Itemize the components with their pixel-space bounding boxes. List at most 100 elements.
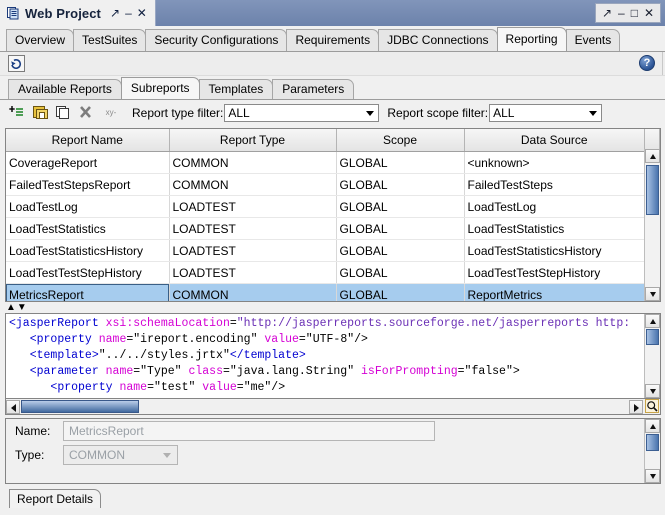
scroll-down-icon[interactable] — [645, 384, 660, 398]
type-select-value: COMMON — [69, 448, 125, 462]
xml-scroll-thumb[interactable] — [646, 329, 659, 345]
report-name-cell: LoadTestLog — [6, 196, 169, 218]
window-minimize-icon[interactable]: – — [618, 6, 625, 20]
tab-events[interactable]: Events — [566, 29, 621, 51]
toolbar-divider — [662, 52, 663, 75]
report-details-panel: Name: MetricsReport Type: COMMON — [5, 418, 661, 484]
window-title-tab[interactable]: Web Project ↗ – ✕ — [0, 0, 156, 26]
report-type-cell: LOADTEST — [169, 240, 336, 262]
tab-jdbc-connections[interactable]: JDBC Connections — [378, 29, 497, 51]
xml-line: <jasperReport xsi:schemaLocation="http:/… — [9, 316, 660, 332]
name-input[interactable]: MetricsReport — [63, 421, 435, 441]
scroll-up-icon[interactable] — [645, 314, 660, 328]
splitter-down-icon[interactable]: ▼ — [17, 303, 28, 312]
details-scroll-track[interactable] — [645, 433, 660, 469]
window-title: Web Project — [25, 6, 101, 21]
bottom-tab-report-details[interactable]: Report Details — [9, 489, 101, 508]
scroll-down-icon[interactable] — [645, 287, 660, 301]
duplicate-report-button[interactable] — [32, 104, 52, 122]
column-header-scope[interactable]: Scope — [336, 129, 464, 152]
table-row[interactable]: LoadTestStatisticsHistoryLOADTESTGLOBALL… — [6, 240, 660, 262]
subtab-parameters[interactable]: Parameters — [272, 79, 354, 99]
report-scope-filter-label: Report scope filter: — [387, 106, 488, 120]
scroll-left-icon[interactable] — [6, 400, 20, 414]
window-maximize-icon[interactable]: □ — [631, 6, 638, 20]
delete-report-button[interactable] — [78, 104, 98, 122]
report-type-cell: LOADTEST — [169, 218, 336, 240]
column-header-report-name[interactable]: Report Name — [6, 129, 169, 152]
window-restore-icon[interactable]: ↗ — [602, 6, 612, 20]
table-row[interactable]: MetricsReportCOMMONGLOBALReportMetrics — [6, 284, 660, 303]
scroll-up-icon[interactable] — [645, 419, 660, 433]
reporting-panel: ? Available Reports Subreports Templates… — [0, 52, 665, 515]
add-report-button[interactable] — [9, 104, 29, 122]
report-name-cell: LoadTestStatistics — [6, 218, 169, 240]
xml-scroll-track[interactable] — [645, 328, 660, 384]
details-vertical-scrollbar[interactable] — [644, 419, 660, 483]
panel-splitter[interactable]: ▲ ▼ — [0, 302, 665, 313]
filter-toolbar: xy- Report type filter: ALL Report scope… — [0, 100, 665, 126]
reports-table[interactable]: Report Name Report Type Scope Data Sourc… — [5, 128, 661, 302]
refresh-icon[interactable] — [8, 55, 25, 72]
document-stack-icon — [6, 6, 20, 20]
xml-line: <template>"../../styles.jrtx"</template> — [9, 348, 660, 364]
data-source-cell: LoadTestStatisticsHistory — [464, 240, 645, 262]
window-close-icon[interactable]: ✕ — [644, 6, 654, 20]
table-row[interactable]: LoadTestLogLOADTESTGLOBALLoadTestLog — [6, 196, 660, 218]
tab-reporting[interactable]: Reporting — [497, 27, 567, 51]
splitter-up-icon[interactable]: ▲ — [6, 303, 17, 312]
window-controls: ↗ – □ ✕ — [595, 3, 661, 23]
report-name-cell: LoadTestTestStepHistory — [6, 262, 169, 284]
table-scroll-thumb[interactable] — [646, 165, 659, 215]
subtab-templates[interactable]: Templates — [199, 79, 274, 99]
table-row[interactable]: FailedTestStepsReportCOMMONGLOBALFailedT… — [6, 174, 660, 196]
xml-hscroll-thumb[interactable] — [21, 400, 139, 413]
data-source-cell: FailedTestSteps — [464, 174, 645, 196]
xml-horizontal-scrollbar[interactable] — [5, 399, 661, 415]
tab-requirements[interactable]: Requirements — [286, 29, 379, 51]
scope-cell: GLOBAL — [336, 218, 464, 240]
subtab-subreports[interactable]: Subreports — [121, 77, 200, 99]
name-field-row: Name: MetricsReport — [6, 419, 660, 443]
bottom-tab-bar: Report Details — [0, 486, 665, 508]
table-row[interactable]: LoadTestTestStepHistoryLOADTESTGLOBALLoa… — [6, 262, 660, 284]
data-source-cell: LoadTestLog — [464, 196, 645, 218]
report-type-filter-label: Report type filter: — [132, 106, 223, 120]
details-scroll-thumb[interactable] — [646, 434, 659, 451]
xml-editor[interactable]: <jasperReport xsi:schemaLocation="http:/… — [5, 313, 661, 399]
report-scope-filter-select[interactable]: ALL — [489, 104, 602, 122]
tab-security-configurations[interactable]: Security Configurations — [145, 29, 287, 51]
tab-bar-filler — [619, 50, 665, 51]
tab-overview[interactable]: Overview — [6, 29, 74, 51]
magnify-icon[interactable] — [645, 399, 659, 413]
close-icon[interactable]: ✕ — [137, 7, 147, 19]
tab-testsuites[interactable]: TestSuites — [73, 29, 146, 51]
scroll-down-icon[interactable] — [645, 469, 660, 483]
rename-report-button[interactable]: xy- — [101, 104, 121, 122]
report-name-cell: MetricsReport — [6, 284, 169, 303]
table-row[interactable]: LoadTestStatisticsLOADTESTGLOBALLoadTest… — [6, 218, 660, 240]
scroll-up-icon[interactable] — [645, 149, 660, 163]
help-icon[interactable]: ? — [639, 55, 655, 71]
xml-vertical-scrollbar[interactable] — [644, 314, 660, 398]
xml-source-text[interactable]: <jasperReport xsi:schemaLocation="http:/… — [6, 314, 660, 396]
chevron-down-icon — [366, 111, 374, 116]
table-vertical-scrollbar[interactable] — [644, 149, 660, 301]
report-type-cell: LOADTEST — [169, 262, 336, 284]
column-header-report-type[interactable]: Report Type — [169, 129, 336, 152]
main-tab-bar: Overview TestSuites Security Configurati… — [0, 26, 665, 52]
table-row[interactable]: CoverageReportCOMMONGLOBAL<unknown> — [6, 152, 660, 174]
copy-report-button[interactable] — [55, 104, 75, 122]
chevron-down-icon — [163, 453, 171, 458]
restore-icon[interactable]: ↗ — [110, 7, 120, 19]
minimize-icon[interactable]: – — [125, 7, 132, 19]
column-header-data-source[interactable]: Data Source — [464, 129, 645, 152]
panel-toolbar: ? — [0, 52, 665, 76]
type-select[interactable]: COMMON — [63, 445, 178, 465]
xml-line: <property name="test" value="me"/> — [9, 380, 660, 396]
scroll-right-icon[interactable] — [629, 400, 643, 414]
table-scroll-track[interactable] — [645, 163, 660, 287]
report-type-filter-select[interactable]: ALL — [224, 104, 379, 122]
name-label: Name: — [15, 424, 63, 438]
subtab-available-reports[interactable]: Available Reports — [8, 79, 122, 99]
